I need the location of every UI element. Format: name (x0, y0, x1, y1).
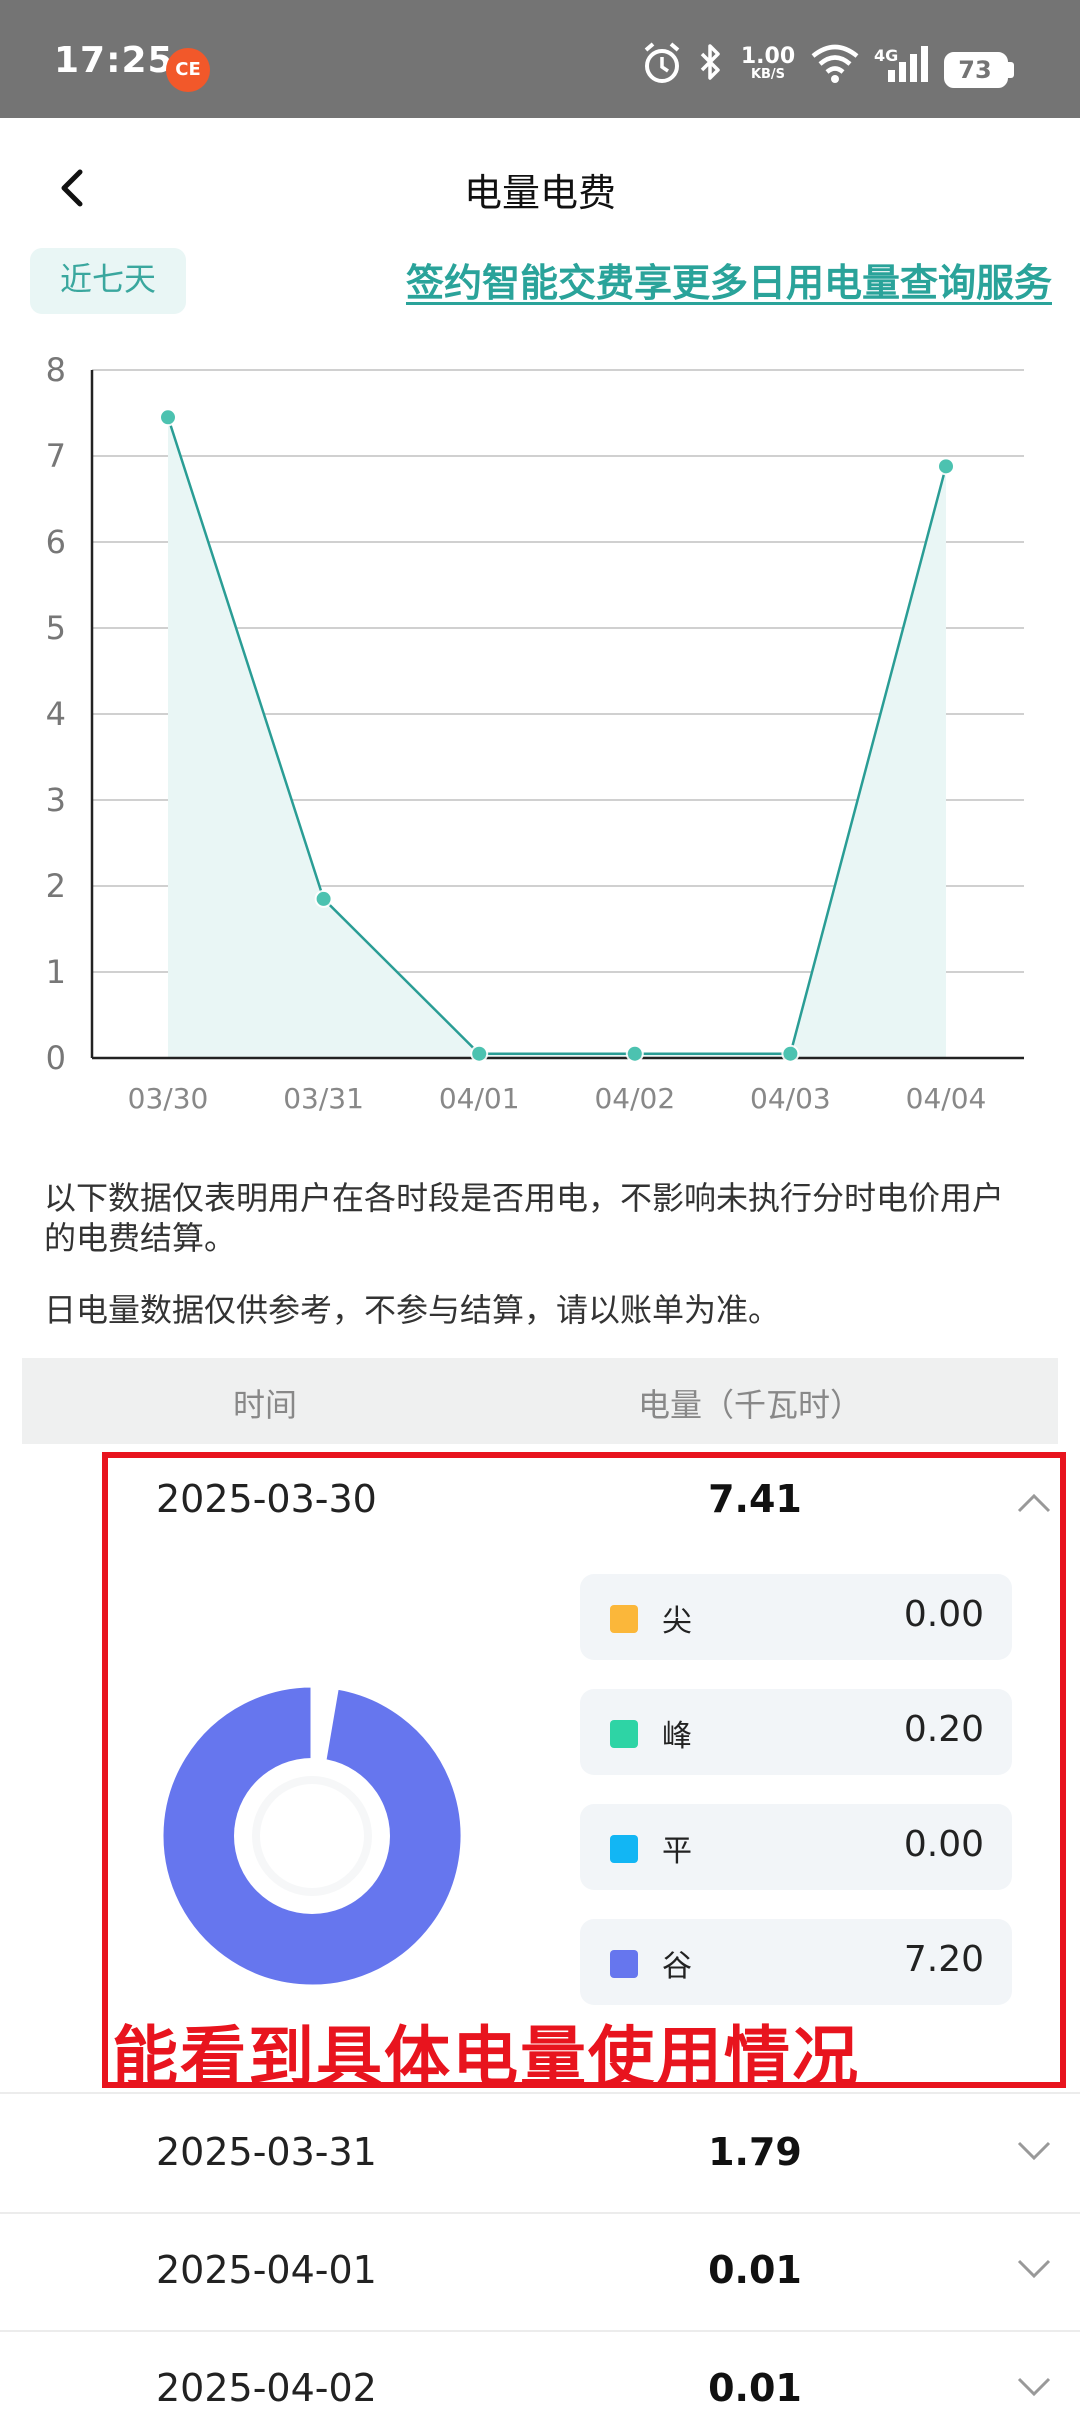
bluetooth-icon (700, 44, 720, 80)
battery-cap (1008, 62, 1014, 78)
chevron-down-icon[interactable] (1016, 2258, 1052, 2280)
wifi-icon (811, 44, 859, 83)
row-date: 2025-04-01 (156, 2248, 377, 2292)
row-usage-value: 0.01 (708, 2248, 802, 2292)
chart-x-labels: 03/30 03/31 04/01 04/02 04/03 04/04 (128, 1082, 987, 1115)
row-date: 2025-04-02 (156, 2366, 377, 2410)
annotation-highlight-box (102, 1452, 1066, 2088)
signal-icon (888, 46, 928, 82)
y-tick-label: 8 (46, 351, 66, 389)
chart-y-labels: 0 1 2 3 4 5 6 7 8 (46, 351, 66, 1077)
status-time: 17:25 (54, 40, 174, 81)
alarm-icon (644, 42, 680, 83)
column-header-time: 时间 (232, 1386, 297, 1424)
date-range-filter[interactable]: 近七天 (30, 248, 186, 314)
app-notification-icon: CE (166, 48, 210, 92)
x-tick-label: 03/31 (283, 1082, 364, 1115)
row-usage-value: 0.01 (708, 2366, 802, 2410)
chart-area (166, 416, 948, 1058)
page-title: 电量电费 (463, 171, 616, 215)
note-reference-disclaimer: 日电量数据仅供参考，不参与结算，请以账单为准。 (44, 1291, 781, 1329)
x-tick-label: 04/04 (906, 1082, 987, 1115)
y-tick-label: 1 (46, 953, 66, 991)
y-tick-label: 6 (46, 523, 66, 561)
data-point (783, 1046, 798, 1061)
note-usage-disclaimer: 以下数据仅表明用户在各时段是否用电，不影响未执行分时电价用户的电费结算。 (44, 1179, 1005, 1257)
x-tick-label: 04/01 (439, 1082, 520, 1115)
usage-line-chart: 0 1 2 3 4 5 6 7 8 03/30 03/31 04/01 04/02 04/03 04/04 (46, 351, 1024, 1115)
column-header-usage: 电量（千瓦时） (637, 1386, 862, 1424)
x-tick-label: 04/02 (594, 1082, 675, 1115)
chevron-down-icon[interactable] (1016, 2140, 1052, 2162)
data-point (472, 1046, 487, 1061)
battery-level: 73 (958, 56, 992, 84)
chevron-down-icon[interactable] (1016, 2376, 1052, 2398)
y-tick-label: 7 (46, 437, 66, 475)
y-tick-label: 3 (46, 781, 66, 819)
data-point (161, 410, 175, 425)
data-point (627, 1046, 642, 1061)
row-usage-value: 1.79 (708, 2130, 802, 2174)
battery-icon: 73 (944, 52, 1008, 88)
y-tick-label: 5 (46, 609, 66, 647)
x-tick-label: 03/30 (128, 1082, 209, 1115)
data-point (939, 459, 953, 474)
data-point (316, 891, 331, 906)
series-area (168, 417, 946, 1058)
annotation-text: 能看到具体电量使用情况 (112, 2019, 860, 2096)
y-tick-label: 2 (46, 867, 66, 905)
x-tick-label: 04/03 (750, 1082, 831, 1115)
row-date: 2025-03-31 (156, 2130, 377, 2174)
network-speed: 1.00 KB/S (740, 44, 796, 82)
y-tick-label: 4 (46, 695, 66, 733)
y-tick-label: 0 (46, 1039, 66, 1077)
smart-payment-link[interactable]: 签约智能交费享更多日用电量查询服务 (360, 252, 1052, 307)
